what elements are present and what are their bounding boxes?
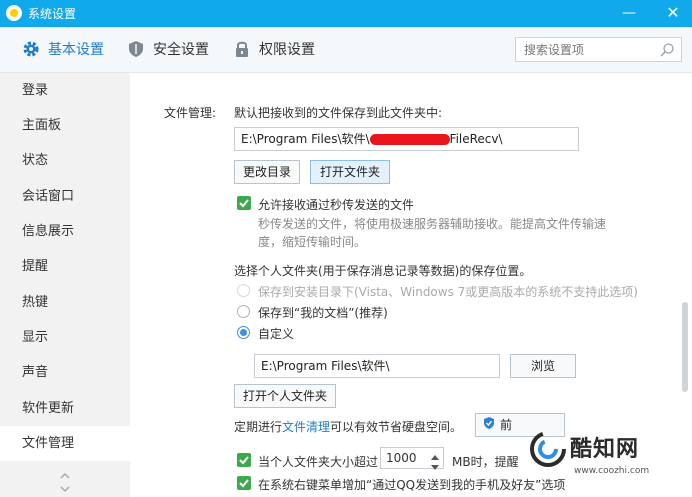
settings-search xyxy=(515,37,682,62)
radio-my-documents[interactable] xyxy=(237,305,250,318)
shield-check-icon xyxy=(482,415,496,437)
custom-folder-path-field[interactable]: E:\Program Files\软件\ xyxy=(254,354,500,378)
chevron-up-icon[interactable] xyxy=(60,470,70,480)
sidebar-item-status[interactable]: 状态 xyxy=(0,143,130,178)
sidebar-item-software-update[interactable]: 软件更新 xyxy=(0,391,130,426)
shield-icon xyxy=(127,40,145,58)
receive-folder-path-field[interactable]: E:\Program Files\软件\ FileRecv\ xyxy=(234,127,579,151)
title-bar: 系统设置 — ✕ xyxy=(0,0,692,27)
qq-app-icon xyxy=(6,5,22,21)
path-prefix: E:\Program Files\软件\ xyxy=(241,132,370,146)
settings-tab-bar: 基本设置 安全设置 权限设置 xyxy=(0,27,692,73)
browse-button[interactable]: 浏览 xyxy=(510,354,576,378)
personal-folder-description: 选择个人文件夹(用于保存消息记录等数据)的保存位置。 xyxy=(234,264,532,278)
section-label-file-management: 文件管理: xyxy=(164,106,217,120)
radio-install-directory xyxy=(237,284,250,297)
radio-custom[interactable] xyxy=(237,326,250,339)
radio-install-directory-label: 保存到安装目录下(Vista、Windows 7或更高版本的系统不支持此选项) xyxy=(258,285,638,299)
tab-permission-settings[interactable]: 权限设置 xyxy=(233,39,315,59)
open-personal-folder-button[interactable]: 打开个人文件夹 xyxy=(234,384,336,408)
sidebar-item-main-panel[interactable]: 主面板 xyxy=(0,108,130,143)
coozhi-logo xyxy=(528,429,572,469)
file-cleanup-link[interactable]: 文件清理 xyxy=(282,420,330,434)
fast-transfer-desc-line2: 度，缩短传输时间。 xyxy=(258,235,367,249)
sidebar-item-sound[interactable]: 声音 xyxy=(0,355,130,390)
open-folder-button[interactable]: 打开文件夹 xyxy=(310,160,390,184)
tab-security-settings[interactable]: 安全设置 xyxy=(127,39,209,59)
tab-label: 基本设置 xyxy=(48,42,104,58)
window-title: 系统设置 xyxy=(28,7,77,21)
save-path-description: 默认把接收到的文件保存到此文件夹中: xyxy=(234,106,443,120)
sidebar-item-reminder[interactable]: 提醒 xyxy=(0,249,130,284)
clipped-previous-line: ▔▔▔▔▔▔▔▔▔▔▔▔▔▔▔▔▔▔▔▔▔▔ xyxy=(255,73,459,80)
allow-fast-transfer-checkbox[interactable] xyxy=(237,196,251,210)
sidebar: 登录 主面板 状态 会话窗口 信息展示 提醒 热键 显示 声音 软件更新 文件管… xyxy=(0,73,130,497)
minimize-button[interactable]: — xyxy=(617,2,641,24)
allow-fast-transfer-label: 允许接收通过秒传发送的文件 xyxy=(258,198,415,212)
radio-my-documents-label: 保存到“我的文档”(推荐) xyxy=(258,306,388,320)
tab-label: 安全设置 xyxy=(153,42,209,58)
cleanup-prefix: 定期进行 xyxy=(234,420,283,434)
watermark-url: www.coozhi.com xyxy=(574,466,650,476)
tab-label: 权限设置 xyxy=(259,42,315,58)
fast-transfer-desc-line1: 秒传发送的文件，将使用极速服务器辅助接收。能提高文件传输速 xyxy=(258,217,607,231)
sidebar-item-hotkeys[interactable]: 热键 xyxy=(0,285,130,320)
radio-custom-label: 自定义 xyxy=(258,327,295,341)
sidebar-item-login[interactable]: 登录 xyxy=(0,73,130,108)
sidebar-item-display[interactable]: 显示 xyxy=(0,320,130,355)
lock-icon xyxy=(233,40,251,58)
cleanup-hint: 定期进行文件清理可以有效节省硬盘空间。 xyxy=(234,418,462,435)
sidebar-item-info-display[interactable]: 信息展示 xyxy=(0,214,130,249)
search-icon[interactable] xyxy=(659,42,675,58)
cleanup-suffix: 可以有效节省硬盘空间。 xyxy=(330,420,463,434)
context-menu-checkbox[interactable] xyxy=(237,476,251,490)
change-directory-button[interactable]: 更改目录 xyxy=(234,160,300,184)
cleanup-button-label: 前 xyxy=(500,418,513,432)
watermark-brand: 酷知网 xyxy=(570,437,640,462)
context-menu-label: 在系统右键菜单增加“通过QQ发送到我的手机及好友”选项 xyxy=(258,478,566,492)
size-limit-value: 1000 xyxy=(386,451,417,465)
sidebar-item-file-management[interactable]: 文件管理 xyxy=(0,426,130,461)
path-suffix: FileRecv\ xyxy=(449,132,503,146)
gear-icon xyxy=(22,40,40,58)
size-limit-label: 当个人文件夹大小超过 xyxy=(258,455,379,469)
size-limit-unit-text: MB时，提醒 xyxy=(452,455,519,469)
stepper-down-icon[interactable] xyxy=(431,460,439,474)
watermark: 酷知网 www.coozhi.com xyxy=(528,421,688,497)
close-button[interactable]: ✕ xyxy=(661,2,685,24)
tab-basic-settings[interactable]: 基本设置 xyxy=(22,39,104,59)
content-scrollbar[interactable] xyxy=(682,302,688,392)
chevron-down-icon[interactable] xyxy=(60,483,70,493)
search-input[interactable] xyxy=(516,38,652,61)
size-limit-checkbox[interactable] xyxy=(237,453,251,467)
sidebar-item-chat-window[interactable]: 会话窗口 xyxy=(0,179,130,214)
size-limit-stepper[interactable]: 1000 xyxy=(380,447,444,470)
redaction-mark xyxy=(369,134,450,145)
